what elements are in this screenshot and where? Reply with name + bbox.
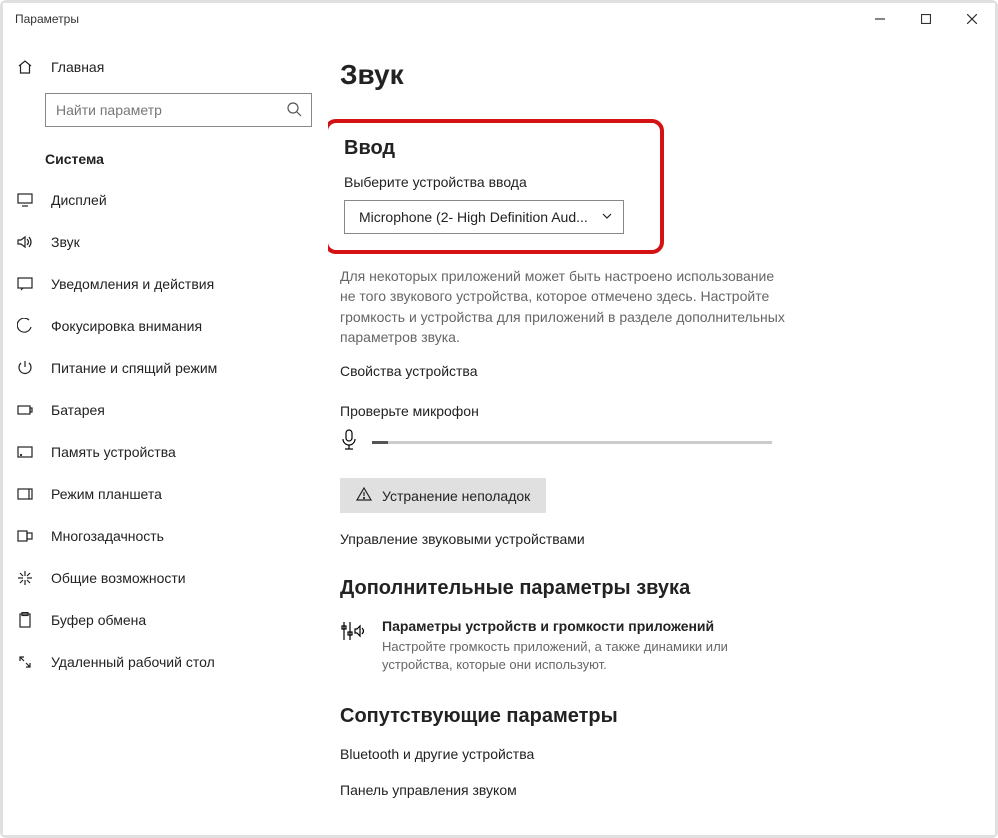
advanced-heading: Дополнительные параметры звука [340,577,963,600]
sidebar-item-label: Уведомления и действия [51,276,214,292]
home-icon [17,59,33,75]
maximize-button[interactable] [903,3,949,35]
search-icon [286,101,302,122]
sidebar-item-tablet[interactable]: Режим планшета [3,473,328,515]
sidebar-item-clipboard[interactable]: Буфер обмена [3,599,328,641]
mic-level-bar [372,441,772,444]
warning-icon [356,487,372,504]
sidebar-home[interactable]: Главная [3,49,328,87]
window-title: Параметры [15,12,79,26]
advanced-item[interactable]: Параметры устройств и громкости приложен… [340,618,800,674]
related-sound-panel-link[interactable]: Панель управления звуком [340,782,963,798]
sidebar-home-label: Главная [51,59,104,75]
input-heading: Ввод [344,137,644,160]
related-heading: Сопутствующие параметры [340,705,963,728]
test-mic-label: Проверьте микрофон [340,403,963,419]
sidebar-item-label: Буфер обмена [51,612,146,628]
main-content: Звук Ввод Выберите устройства ввода Micr… [328,35,995,835]
sound-icon [17,235,33,249]
clipboard-icon [17,612,33,628]
shared-icon [17,570,33,586]
troubleshoot-button[interactable]: Устранение неполадок [340,478,546,513]
dropdown-value: Microphone (2- High Definition Aud... [359,209,588,225]
mixer-icon [340,618,366,647]
related-bluetooth-link[interactable]: Bluetooth и другие устройства [340,746,963,762]
focus-icon [17,318,33,334]
input-section-highlight: Ввод Выберите устройства ввода Microphon… [328,119,664,254]
sidebar-item-remote[interactable]: Удаленный рабочий стол [3,641,328,683]
sidebar-item-label: Режим планшета [51,486,162,502]
input-device-dropdown[interactable]: Microphone (2- High Definition Aud... [344,200,624,234]
sidebar-item-shared[interactable]: Общие возможности [3,557,328,599]
close-button[interactable] [949,3,995,35]
sidebar-item-display[interactable]: Дисплей [3,179,328,221]
remote-icon [17,654,33,670]
multitask-icon [17,530,33,542]
sidebar-item-multitask[interactable]: Многозадачность [3,515,328,557]
page-title: Звук [340,59,963,91]
troubleshoot-label: Устранение неполадок [382,488,530,504]
sidebar-item-sound[interactable]: Звук [3,221,328,263]
microphone-icon [340,429,358,456]
sidebar-item-notifications[interactable]: Уведомления и действия [3,263,328,305]
advanced-item-desc: Настройте громкость приложений, а также … [382,638,800,674]
storage-icon [17,446,33,458]
sidebar-item-label: Фокусировка внимания [51,318,202,334]
chevron-down-icon [601,209,613,225]
display-icon [17,193,33,207]
sidebar-item-label: Питание и спящий режим [51,360,217,376]
titlebar: Параметры [3,3,995,35]
device-properties-link[interactable]: Свойства устройства [340,363,963,379]
input-help-text: Для некоторых приложений может быть наст… [340,266,790,347]
search-input[interactable] [45,93,312,127]
sidebar-item-label: Батарея [51,402,105,418]
tablet-icon [17,488,33,500]
sidebar-item-label: Общие возможности [51,570,186,586]
sidebar-item-power[interactable]: Питание и спящий режим [3,347,328,389]
sidebar-item-label: Удаленный рабочий стол [51,654,215,670]
sidebar-item-label: Дисплей [51,192,107,208]
minimize-button[interactable] [857,3,903,35]
sidebar-item-focus[interactable]: Фокусировка внимания [3,305,328,347]
advanced-item-title: Параметры устройств и громкости приложен… [382,618,800,634]
sidebar-item-storage[interactable]: Память устройства [3,431,328,473]
battery-icon [17,405,33,415]
manage-devices-link[interactable]: Управление звуковыми устройствами [340,531,963,547]
power-icon [17,360,33,376]
input-device-label: Выберите устройства ввода [344,174,644,190]
sidebar-item-label: Многозадачность [51,528,164,544]
sidebar: Главная Система Дисплей Звук Уведомления… [3,35,328,835]
sidebar-section-label: Система [3,143,328,179]
sidebar-item-label: Память устройства [51,444,176,460]
notifications-icon [17,277,33,291]
sidebar-item-label: Звук [51,234,80,250]
sidebar-item-battery[interactable]: Батарея [3,389,328,431]
